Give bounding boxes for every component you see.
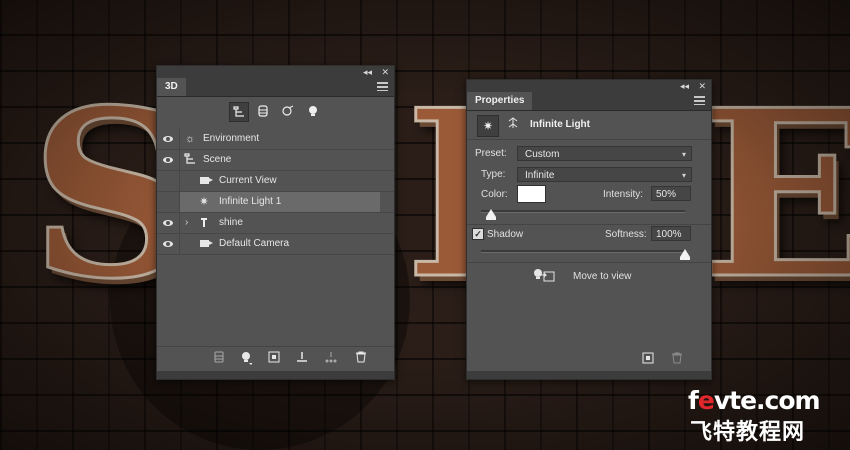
eye-icon [163, 136, 173, 142]
color-swatch[interactable] [517, 185, 546, 203]
tree-row-label: shine [219, 217, 243, 228]
tab-3d[interactable]: 3D [157, 78, 186, 96]
expand-chevron-icon[interactable]: › [185, 213, 188, 233]
panel-properties: ◂◂ ✕ Properties ✷ Infinite Light Preset:… [466, 79, 712, 380]
preset-select[interactable]: Custom ▾ [517, 146, 692, 161]
eye-icon [163, 220, 173, 226]
mesh-options-icon[interactable] [324, 351, 338, 365]
intensity-label: Intensity: [603, 189, 644, 200]
ground-icon[interactable] [295, 351, 309, 365]
panel-menu-icon[interactable] [377, 82, 388, 91]
filter-toolbar [157, 97, 394, 125]
render-icon[interactable] [212, 351, 226, 365]
vignette [0, 0, 850, 450]
tree-row-current-view[interactable]: Current View [157, 171, 394, 192]
panel-3d-topbar[interactable]: ◂◂ ✕ [157, 66, 394, 78]
resize-grip[interactable] [467, 371, 711, 379]
camera-icon [197, 174, 213, 188]
chevron-down-icon: ▾ [681, 150, 686, 159]
panel-properties-tabbar: Properties [467, 92, 711, 111]
tree-row-label: Current View [219, 175, 277, 186]
tab-properties[interactable]: Properties [467, 92, 533, 110]
move-to-view-label: Move to view [573, 271, 632, 282]
eye-icon [163, 157, 173, 163]
shadow-checkbox[interactable]: ✓ [472, 228, 484, 240]
add-light-icon[interactable] [239, 351, 253, 365]
properties-header: ✷ Infinite Light [467, 111, 711, 140]
panel-3d: ◂◂ ✕ 3D ☼ Environment Scene Current View… [156, 65, 395, 380]
tree-row-label: Default Camera [219, 238, 290, 249]
softness-label: Softness: [605, 229, 647, 240]
visibility-cell[interactable] [157, 171, 180, 191]
type-label: Type: [481, 169, 506, 180]
coordinates-icon[interactable] [507, 117, 519, 132]
softness-slider-track[interactable] [481, 250, 685, 253]
chevron-down-icon: ▾ [681, 171, 686, 180]
watermark-url: fevte.com [688, 386, 821, 415]
close-icon[interactable]: ✕ [698, 80, 706, 92]
scene-filter-icon[interactable] [229, 102, 249, 122]
visibility-toggle[interactable] [157, 129, 180, 149]
tree-row-label: Environment [203, 133, 260, 144]
mesh-filter-icon[interactable] [254, 102, 272, 120]
resize-grip[interactable] [157, 371, 394, 379]
tree-row-scene[interactable]: Scene [157, 150, 394, 171]
shadow-label: Shadow [487, 229, 524, 240]
tree-row-default-camera[interactable]: Default Camera [157, 234, 394, 255]
watermark-cn: 飞特教程网 [690, 420, 806, 445]
tree-row-label: Scene [203, 154, 232, 165]
visibility-cell[interactable] [157, 192, 180, 212]
properties-title: Infinite Light [530, 119, 590, 130]
panel-menu-icon[interactable] [694, 96, 705, 105]
eye-icon [163, 241, 173, 247]
tree-row-label: Infinite Light 1 [219, 196, 282, 207]
divider [467, 224, 711, 225]
camera-icon [197, 237, 213, 251]
type-value: Infinite [525, 170, 555, 181]
infinite-light-icon: ✷ [199, 196, 209, 208]
visibility-toggle[interactable] [157, 150, 180, 170]
material-filter-icon[interactable] [279, 102, 297, 120]
tree-row-infinite-light[interactable]: ✷ Infinite Light 1 [157, 192, 394, 213]
preset-label: Preset: [475, 148, 507, 159]
panel-3d-bottom-toolbar [157, 346, 394, 369]
intensity-slider-thumb[interactable] [486, 209, 497, 220]
softness-field[interactable]: 100% [651, 226, 691, 241]
scene-icon [183, 153, 197, 167]
collapse-icon[interactable]: ◂◂ [363, 66, 372, 78]
collapse-icon[interactable]: ◂◂ [680, 80, 689, 92]
mesh-icon [197, 216, 211, 230]
visibility-toggle[interactable] [157, 234, 180, 254]
light-properties-icon[interactable]: ✷ [477, 115, 499, 137]
panel-properties-topbar[interactable]: ◂◂ ✕ [467, 80, 711, 92]
color-label: Color: [481, 189, 508, 200]
environment-icon: ☼ [184, 133, 196, 145]
close-icon[interactable]: ✕ [381, 66, 389, 78]
scene-tree: ☼ Environment Scene Current View ✷ Infin… [157, 129, 394, 255]
visibility-toggle[interactable] [157, 213, 180, 233]
intensity-field[interactable]: 50% [651, 186, 691, 201]
light-filter-icon[interactable] [304, 102, 322, 120]
add-object-icon[interactable] [267, 351, 281, 365]
softness-slider-thumb[interactable] [680, 249, 690, 260]
move-to-view-icon[interactable] [533, 268, 555, 285]
intensity-slider-track[interactable] [481, 210, 685, 213]
type-select[interactable]: Infinite ▾ [517, 167, 692, 182]
tree-row-shine[interactable]: › shine [157, 213, 394, 234]
trash-icon[interactable] [670, 352, 684, 366]
tree-row-environment[interactable]: ☼ Environment [157, 129, 394, 150]
divider [467, 262, 711, 263]
panel-3d-tabbar: 3D [157, 78, 394, 97]
render-settings-icon[interactable] [641, 352, 655, 366]
preset-value: Custom [525, 149, 560, 160]
trash-icon[interactable] [354, 351, 368, 365]
